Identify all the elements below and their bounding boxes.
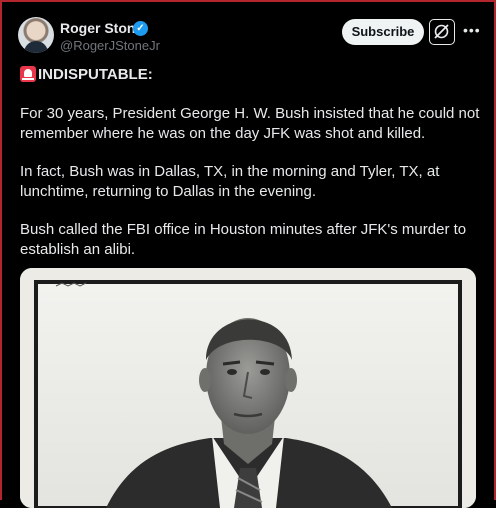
post-headline: INDISPUTABLE: [38, 66, 153, 83]
more-icon[interactable]: ••• [463, 22, 481, 38]
grok-icon[interactable] [429, 19, 455, 45]
post-paragraph-1: For 30 years, President George H. W. Bus… [20, 105, 480, 142]
post-paragraph-2: In fact, Bush was in Dallas, TX, in the … [20, 163, 440, 200]
verified-badge-icon[interactable]: ✓ [133, 21, 148, 36]
window-frame-left [0, 0, 2, 500]
post-paragraph-3: Bush called the FBI office in Houston mi… [20, 221, 467, 258]
author-avatar[interactable] [18, 17, 54, 53]
grok-icon-glyph [434, 24, 449, 39]
avatar-suit [24, 41, 48, 53]
post-photo[interactable] [20, 268, 476, 508]
author-display-name[interactable]: Roger Stone [60, 20, 143, 36]
author-handle[interactable]: @RogerJStoneJr [60, 38, 160, 53]
window-frame-top [0, 0, 496, 2]
siren-emoji-icon [20, 66, 36, 82]
bush-portrait-photo [20, 268, 476, 508]
subscribe-button[interactable]: Subscribe [342, 19, 424, 45]
